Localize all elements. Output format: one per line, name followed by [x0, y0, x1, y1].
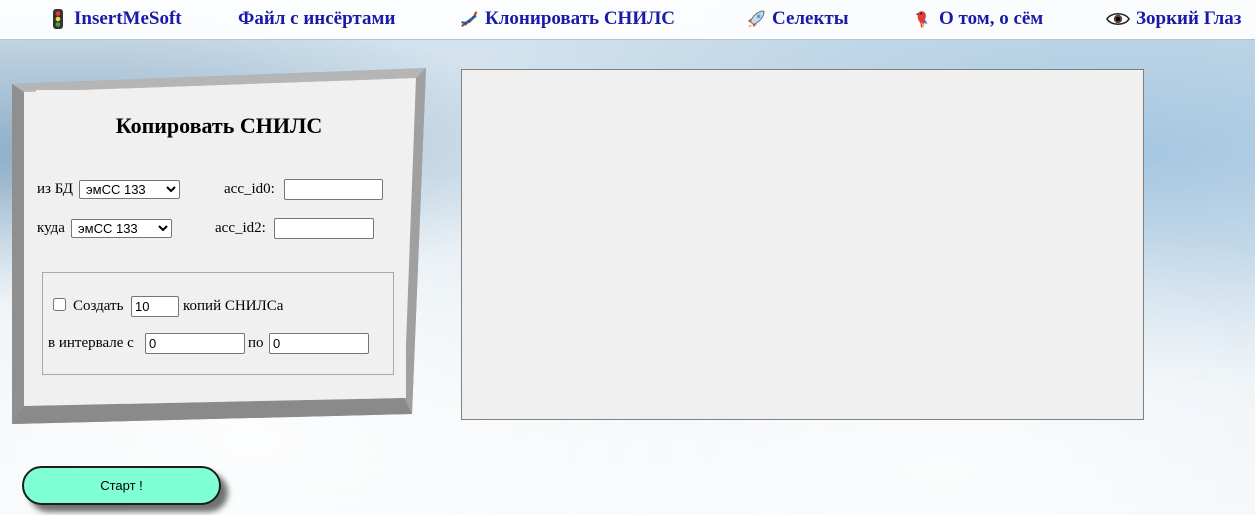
interval-from-label: в интервале с — [48, 335, 134, 351]
interval-to-input[interactable] — [269, 333, 369, 354]
nav-item-label: О том, о сём — [939, 8, 1044, 29]
output-textarea[interactable] — [461, 69, 1144, 420]
start-button[interactable]: Старт ! — [22, 466, 221, 505]
copies-suffix-label: копий СНИЛСа — [183, 298, 284, 314]
nav-item-selects[interactable]: Селекты — [746, 7, 849, 31]
rocket-icon — [746, 8, 766, 30]
nav-item-eagle-eye[interactable]: Зоркий Глаз — [1106, 7, 1241, 31]
nav-item-label: Зоркий Глаз — [1136, 8, 1242, 29]
copies-fieldset — [42, 272, 394, 375]
nav-item-label: InsertMeSoft — [74, 8, 182, 29]
parrot-icon — [913, 8, 933, 30]
to-db-label: куда — [37, 220, 65, 236]
interval-from-input[interactable] — [145, 333, 245, 354]
nav-item-label: Селекты — [772, 8, 849, 29]
create-copies-checkbox[interactable] — [53, 298, 66, 311]
dna-icon — [459, 8, 479, 30]
from-db-label: из БД — [37, 181, 73, 197]
acc-id0-input[interactable] — [284, 179, 383, 200]
nav-item-about[interactable]: О том, о сём — [913, 7, 1043, 31]
eye-icon — [1106, 8, 1130, 30]
interval-to-label: по — [248, 335, 264, 351]
nav-item-insertmesoft[interactable]: InsertMeSoft — [48, 7, 182, 31]
panel-title: Копировать СНИЛС — [115, 113, 323, 138]
nav-item-label: Клонировать СНИЛС — [485, 8, 675, 29]
top-navigation: InsertMeSoft Файл с инсёртами Клонироват… — [0, 0, 1255, 40]
nav-item-clone-snils[interactable]: Клонировать СНИЛС — [459, 7, 675, 31]
from-db-select[interactable]: эмСС 133 — [79, 180, 180, 199]
nav-item-label: Файл с инсёртами — [238, 8, 396, 29]
copies-count-input[interactable] — [131, 296, 179, 317]
nav-item-insert-file[interactable]: Файл с инсёртами — [238, 7, 395, 31]
acc-id2-label: acc_id2: — [215, 220, 266, 236]
acc-id0-label: acc_id0: — [224, 181, 275, 197]
create-copies-label: Создать — [73, 298, 124, 314]
to-db-select[interactable]: эмСС 133 — [71, 219, 172, 238]
acc-id2-input[interactable] — [274, 218, 374, 239]
traffic-light-icon — [48, 8, 68, 30]
